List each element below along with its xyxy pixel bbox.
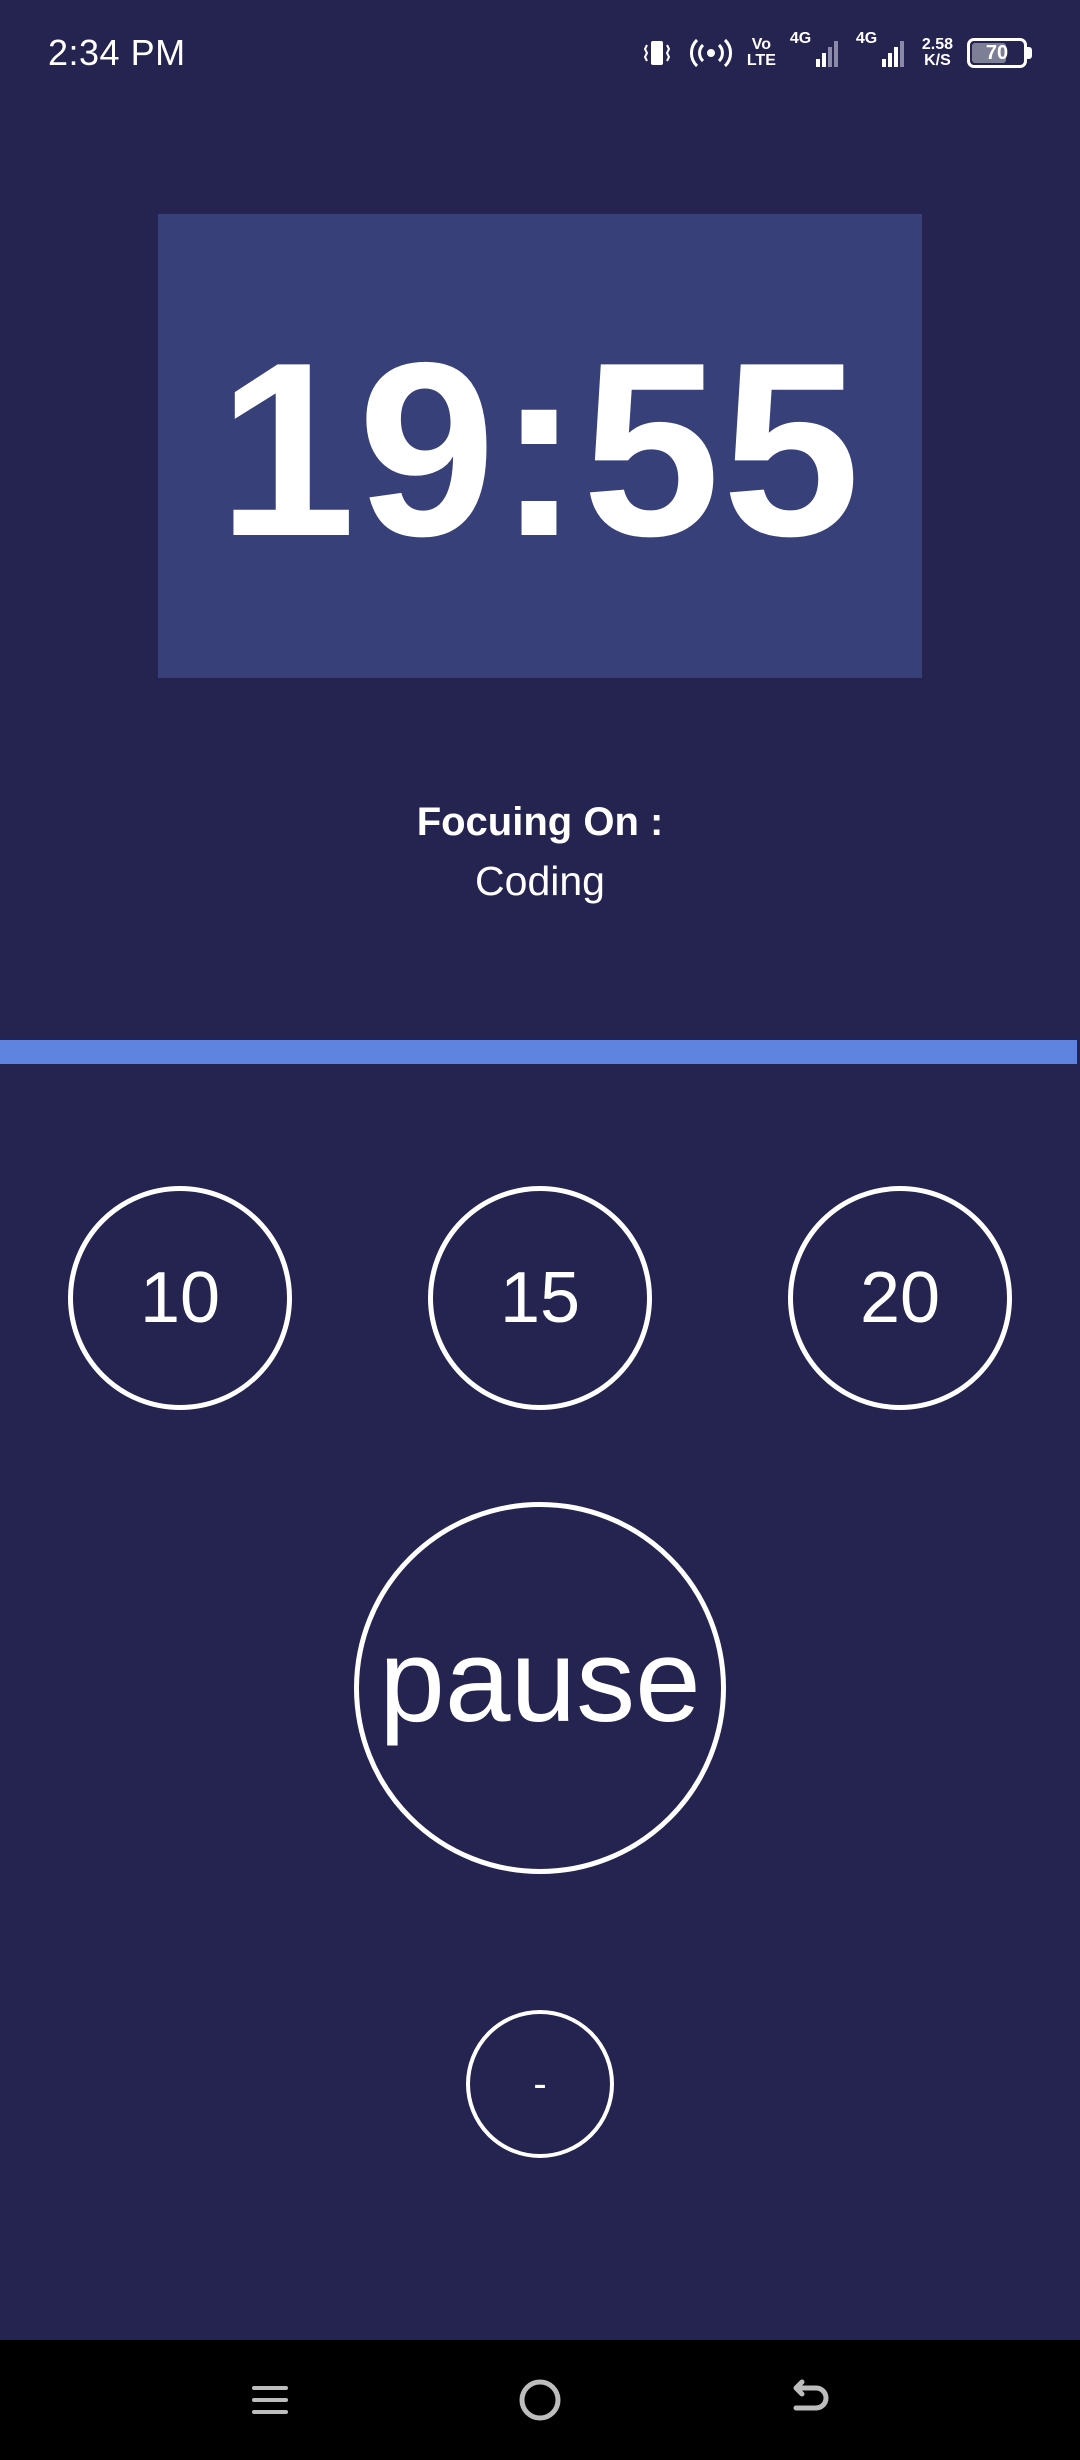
volte-icon: Vo LTE [747, 37, 776, 69]
preset-label: 15 [499, 1258, 581, 1338]
preset-10-button[interactable]: 10 [68, 1186, 292, 1410]
progress-bar [0, 1040, 1080, 1064]
preset-20-button[interactable]: 20 [788, 1186, 1012, 1410]
network-speed-unit: K/S [924, 52, 951, 69]
network-speed-value: 2.58 [921, 36, 953, 53]
volte-top-text: Vo [751, 36, 771, 53]
status-time: 2:34 PM [48, 32, 186, 73]
back-icon[interactable] [780, 2370, 840, 2430]
battery-body: 70 [967, 38, 1027, 68]
volte-bottom-text: LTE [746, 52, 776, 69]
battery-icon: 70 [967, 38, 1032, 68]
timer-text: 19:55 [217, 310, 863, 588]
progress-fill [0, 1040, 1077, 1064]
vibrate-icon [639, 35, 675, 71]
status-icons: Vo LTE 4G 4G 2.58 K/S 70 [639, 28, 1032, 78]
signal-icon: 4G [856, 31, 908, 71]
network-type-text: 4G [789, 30, 812, 47]
pause-label: pause [379, 1615, 701, 1747]
focus-timer-screen: 2:34 PM Vo LTE 4G 4G 2.58 K/S 70 19:55 F… [0, 0, 1080, 2460]
battery-tip [1027, 47, 1032, 59]
focus-task: Coding [475, 858, 605, 904]
status-bar: 2:34 PM Vo LTE 4G 4G 2.58 K/S 70 [0, 0, 1080, 110]
focus-label: Focuing On : [416, 800, 664, 844]
hotspot-icon [689, 35, 733, 71]
preset-label: 20 [859, 1258, 941, 1338]
navigation-bar [0, 2340, 1080, 2460]
pause-button[interactable]: pause [354, 1502, 726, 1874]
preset-label: 10 [139, 1258, 221, 1338]
network-speed: 2.58 K/S [922, 37, 953, 69]
minus-label: - [533, 2061, 547, 2106]
minus-button[interactable]: - [466, 2010, 614, 2158]
preset-15-button[interactable]: 15 [428, 1186, 652, 1410]
timer-display: 19:55 [158, 214, 922, 678]
signal-icon: 4G [790, 31, 842, 71]
battery-level-text: 70 [985, 41, 1009, 64]
home-icon[interactable] [510, 2370, 570, 2430]
menu-icon[interactable] [240, 2370, 300, 2430]
network-type-text: 4G [855, 30, 878, 47]
